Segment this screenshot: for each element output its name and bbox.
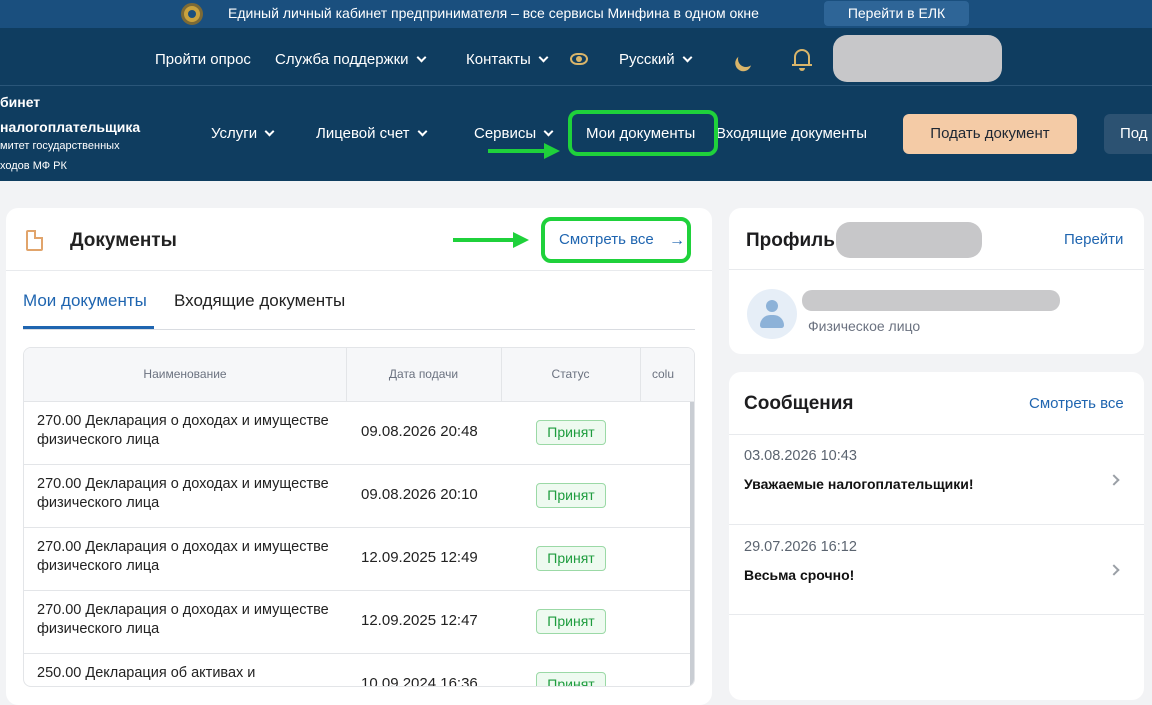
divider (729, 434, 1144, 435)
document-name: 270.00 Декларация о доходах и имуществе … (37, 602, 329, 637)
nav-services[interactable]: Услуги (211, 125, 275, 142)
more-button[interactable]: Под (1104, 114, 1152, 154)
table-row[interactable]: 270.00 Декларация о доходах и имуществе … (24, 528, 694, 591)
language-label: Русский (619, 51, 675, 68)
document-date: 12.09.2025 12:49 (361, 549, 478, 566)
survey-link[interactable]: Пройти опрос (155, 51, 251, 68)
support-menu[interactable]: Служба поддержки (275, 51, 426, 68)
messages-title: Сообщения (744, 393, 854, 414)
table-row[interactable]: 250.00 Декларация об активах и 10.09.202… (24, 654, 694, 687)
chevron-down-icon (543, 126, 554, 137)
documents-see-all-link[interactable]: Смотреть все (559, 231, 654, 248)
chevron-down-icon (417, 126, 427, 137)
documents-title: Документы (70, 230, 177, 251)
brand-title-line1: бинет (0, 94, 41, 110)
table-row[interactable]: 270.00 Декларация о доходах и имуществе … (24, 402, 694, 465)
document-name: 270.00 Декларация о доходах и имуществе … (37, 476, 329, 511)
go-to-elk-button[interactable]: Перейти в ЕЛК (824, 1, 969, 26)
chevron-down-icon (264, 126, 275, 137)
avatar (747, 289, 797, 339)
submit-document-button[interactable]: Подать документ (903, 114, 1077, 154)
document-name: 270.00 Декларация о доходах и имуществе … (37, 539, 329, 574)
divider (729, 614, 1144, 615)
tabs-baseline (23, 329, 695, 330)
column-divider (640, 348, 641, 402)
document-name: 250.00 Декларация об активах и (37, 665, 256, 681)
highlight-box (568, 110, 718, 156)
divider (6, 270, 712, 271)
brand-subtitle-line2: ходов МФ РК (0, 160, 67, 172)
message-text: Весьма срочно! (744, 567, 855, 583)
chevron-right-icon (1108, 474, 1120, 486)
messages-see-all-link[interactable]: Смотреть все (1029, 395, 1124, 412)
message-date: 29.07.2026 16:12 (744, 539, 857, 555)
status-badge: Принят (536, 483, 606, 508)
survey-label: Пройти опрос (155, 51, 251, 68)
arrow-right-icon[interactable]: → (669, 232, 685, 250)
documents-panel: Документы Смотреть все → Мои документы В… (6, 208, 712, 705)
documents-table: Наименование Дата подачи Статус colu 270… (23, 347, 695, 687)
annotation-arrow (453, 232, 529, 248)
document-icon (26, 230, 43, 251)
support-label: Служба поддержки (275, 51, 409, 68)
nav-tools-label: Сервисы (474, 125, 537, 142)
chevron-right-icon (1108, 564, 1120, 576)
document-date: 12.09.2025 12:47 (361, 612, 478, 629)
annotation-arrow (488, 143, 560, 159)
tab-my-documents[interactable]: Мои документы (23, 291, 147, 311)
table-row[interactable]: 270.00 Декларация о доходах и имуществе … (24, 465, 694, 528)
banner-text: Единый личный кабинет предпринимателя – … (228, 5, 759, 21)
person-type: Физическое лицо (808, 318, 921, 334)
language-select[interactable]: Русский (619, 51, 693, 68)
nav-tools[interactable]: Сервисы (474, 125, 554, 142)
chevron-down-icon (682, 52, 693, 63)
bell-icon[interactable] (792, 49, 812, 71)
table-row[interactable]: 270.00 Декларация о доходах и имуществе … (24, 591, 694, 654)
document-date: 10.09.2024 16:36 (361, 675, 478, 687)
top-banner: Единый личный кабинет предпринимателя – … (0, 0, 1152, 28)
brand-title-line2: налогоплательщика (0, 119, 141, 135)
profile-name-pill (802, 290, 1060, 311)
profile-panel: Профиль Перейти Физическое лицо (729, 208, 1144, 354)
ministry-logo-icon (181, 3, 203, 25)
column-header-name[interactable]: Наименование (24, 367, 346, 381)
document-date: 09.08.2026 20:10 (361, 486, 478, 503)
brand-subtitle-line1: митет государственных (0, 140, 120, 152)
messages-panel: Сообщения Смотреть все 03.08.2026 10:43 … (729, 372, 1144, 700)
column-header-status[interactable]: Статус (501, 367, 640, 381)
chevron-down-icon (416, 52, 426, 63)
status-badge: Принят (536, 609, 606, 634)
profile-go-link[interactable]: Перейти (1064, 231, 1123, 248)
status-badge: Принят (536, 420, 606, 445)
user-account-pill[interactable] (833, 35, 1002, 82)
tab-incoming-documents[interactable]: Входящие документы (174, 291, 345, 311)
message-text: Уважаемые налогоплательщики! (744, 476, 974, 492)
column-header-extra[interactable]: colu (652, 367, 674, 381)
column-header-date[interactable]: Дата подачи (346, 367, 501, 381)
profile-id-pill (836, 222, 982, 258)
status-badge: Принят (536, 546, 606, 571)
active-tab-indicator (23, 326, 154, 329)
nav-account[interactable]: Лицевой счет (316, 125, 427, 142)
message-date: 03.08.2026 10:43 (744, 448, 857, 464)
table-header: Наименование Дата подачи Статус colu (24, 348, 694, 402)
document-date: 09.08.2026 20:48 (361, 423, 478, 440)
nav-account-label: Лицевой счет (316, 125, 410, 142)
status-badge: Принят (536, 672, 606, 686)
chevron-down-icon (538, 52, 549, 63)
eye-icon[interactable] (570, 53, 588, 65)
contacts-label: Контакты (466, 51, 531, 68)
nav-services-label: Услуги (211, 125, 258, 142)
table-scrollbar[interactable] (690, 402, 694, 686)
contacts-menu[interactable]: Контакты (466, 51, 549, 68)
document-name: 270.00 Декларация о доходах и имуществе … (37, 413, 329, 448)
divider (729, 524, 1144, 525)
divider (729, 269, 1144, 270)
nav-incoming-documents[interactable]: Входящие документы (716, 125, 867, 142)
profile-title: Профиль (746, 230, 835, 251)
